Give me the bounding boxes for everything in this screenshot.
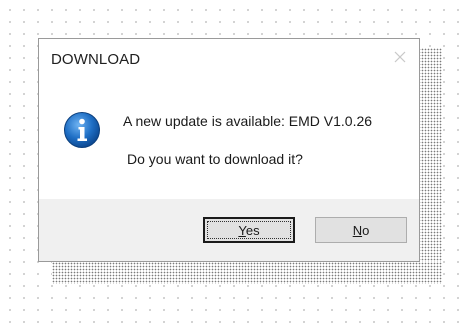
no-button[interactable]: No: [315, 217, 407, 243]
message-line-1: A new update is available: EMD V1.0.26: [123, 113, 373, 129]
info-icon: [64, 112, 100, 148]
message-line-2: Do you want to download it?: [127, 151, 303, 167]
download-dialog: DOWNLOAD A new update is available: EMD …: [38, 38, 420, 262]
yes-button-label: Yes: [238, 222, 260, 238]
title-bar: DOWNLOAD: [39, 39, 419, 79]
dialog-shadow-bottom: [52, 262, 442, 284]
dialog-shadow-right: [418, 48, 442, 276]
close-button[interactable]: [387, 45, 413, 69]
button-bar: Yes No: [39, 199, 419, 261]
dialog-title: DOWNLOAD: [51, 51, 141, 68]
yes-button[interactable]: Yes: [203, 217, 295, 243]
dialog-content: A new update is available: EMD V1.0.26 D…: [39, 79, 419, 199]
close-icon: [394, 51, 406, 63]
no-button-label: No: [352, 222, 370, 238]
